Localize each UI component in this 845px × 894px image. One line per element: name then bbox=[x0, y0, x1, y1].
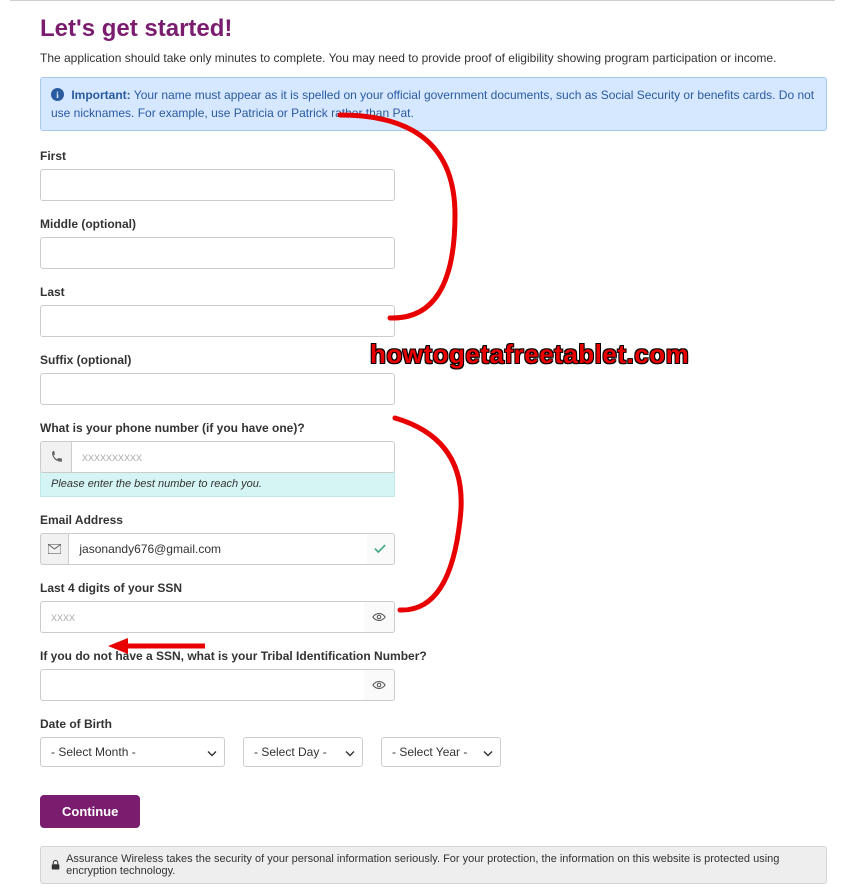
dob-day-select[interactable]: - Select Day - bbox=[243, 737, 363, 767]
last-name-label: Last bbox=[40, 285, 395, 299]
info-icon: i bbox=[51, 88, 64, 101]
suffix-label: Suffix (optional) bbox=[40, 353, 395, 367]
email-input[interactable] bbox=[68, 533, 366, 565]
ssn-label: Last 4 digits of your SSN bbox=[40, 581, 395, 595]
envelope-icon bbox=[40, 533, 68, 565]
middle-name-input[interactable] bbox=[40, 237, 395, 269]
important-info-box: i Important: Your name must appear as it… bbox=[40, 77, 827, 131]
tribal-input[interactable] bbox=[40, 669, 364, 701]
svg-text:i: i bbox=[56, 90, 59, 101]
first-name-label: First bbox=[40, 149, 395, 163]
important-text: Your name must appear as it is spelled o… bbox=[51, 88, 814, 120]
phone-hint: Please enter the best number to reach yo… bbox=[40, 472, 395, 497]
security-text: Assurance Wireless takes the security of… bbox=[66, 853, 816, 877]
intro-text: The application should take only minutes… bbox=[40, 51, 835, 65]
dob-month-select[interactable]: - Select Month - bbox=[40, 737, 225, 767]
tribal-visibility-toggle[interactable] bbox=[364, 669, 395, 701]
dob-year-select[interactable]: - Select Year - bbox=[381, 737, 501, 767]
continue-button[interactable]: Continue bbox=[40, 795, 140, 828]
eye-icon bbox=[372, 612, 386, 622]
phone-label: What is your phone number (if you have o… bbox=[40, 421, 395, 435]
lock-icon bbox=[51, 859, 60, 871]
middle-name-label: Middle (optional) bbox=[40, 217, 395, 231]
email-label: Email Address bbox=[40, 513, 395, 527]
eye-icon bbox=[372, 680, 386, 690]
suffix-input[interactable] bbox=[40, 373, 395, 405]
ssn-visibility-toggle[interactable] bbox=[364, 601, 395, 633]
tribal-label: If you do not have a SSN, what is your T… bbox=[40, 649, 600, 663]
security-notice: Assurance Wireless takes the security of… bbox=[40, 846, 827, 884]
last-name-input[interactable] bbox=[40, 305, 395, 337]
dob-label: Date of Birth bbox=[40, 717, 835, 731]
ssn-input[interactable] bbox=[40, 601, 364, 633]
first-name-input[interactable] bbox=[40, 169, 395, 201]
important-label: Important: bbox=[71, 88, 130, 102]
watermark-text: howtogetafreetablet.com bbox=[370, 339, 689, 370]
phone-icon bbox=[40, 441, 71, 473]
page-title: Let's get started! bbox=[40, 15, 835, 43]
phone-input[interactable] bbox=[71, 441, 395, 473]
email-valid-icon bbox=[367, 533, 395, 565]
